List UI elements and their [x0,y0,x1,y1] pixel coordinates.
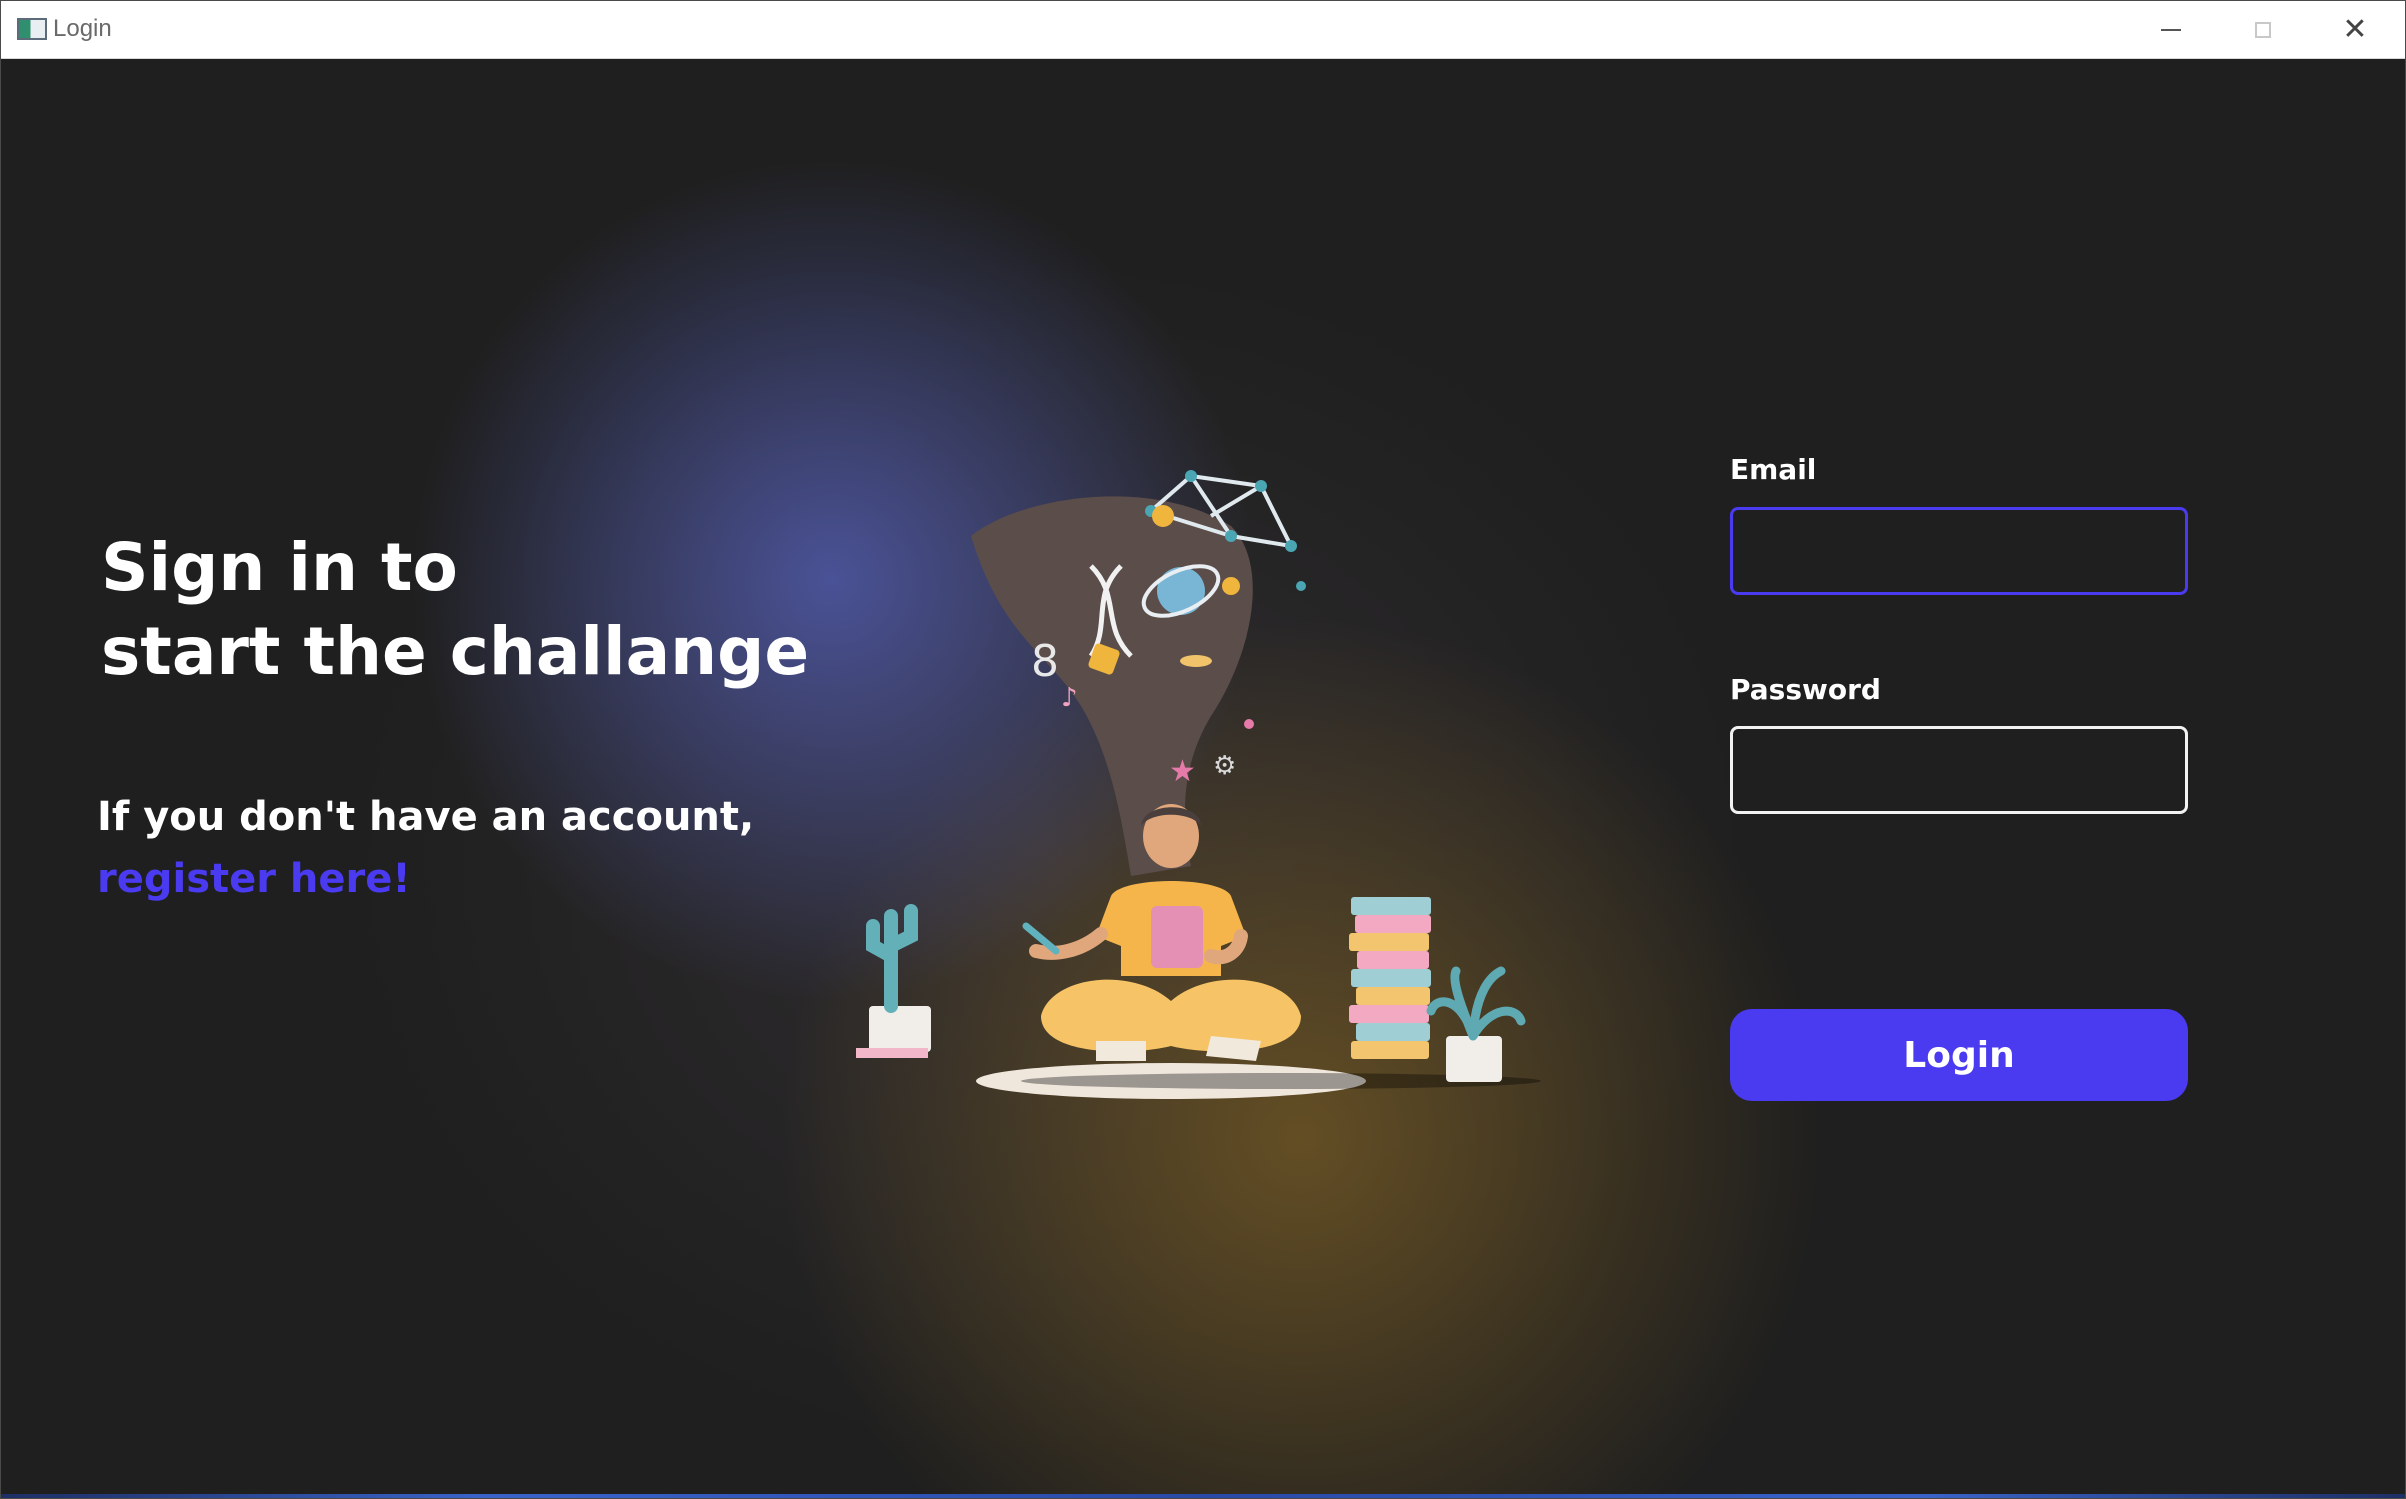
cactus-pot [869,1006,931,1052]
maximize-icon [2255,21,2271,38]
page-title-line-1: Sign in to [101,529,458,606]
maximize-button[interactable] [2217,1,2309,58]
taskbar-strip [1,1494,2405,1498]
password-label: Password [1730,673,1881,706]
plant-pot [1446,1036,1502,1082]
person-reading-illustration: 8 ♪ ★ ⚙ [856,470,1541,1099]
title-bar: Login ✕ [1,1,2405,59]
minimize-icon [2161,28,2181,31]
svg-text:♪: ♪ [1061,683,1078,713]
svg-text:8: 8 [1031,636,1059,687]
flowing-hair [971,496,1253,876]
page-title-line-2: start the challange [101,613,810,690]
planet-icon [1157,567,1205,615]
app-icon [17,18,47,40]
page-title: Sign in to start the challange [101,526,809,694]
register-prompt: If you don't have an account, [97,794,755,840]
email-label: Email [1730,453,1817,486]
close-button[interactable]: ✕ [2309,1,2401,58]
main-content: Sign in to start the challange If you do… [1,59,2405,1498]
book-stack [1349,897,1431,1059]
email-field[interactable] [1730,507,2188,595]
close-icon: ✕ [2342,11,2368,47]
password-field[interactable] [1730,726,2188,814]
register-link[interactable]: register here! [97,848,411,910]
tablet-icon [1151,906,1203,968]
window-title: Login [53,15,112,42]
login-window: Login ✕ Sign in to start the challange I… [0,0,2406,1499]
svg-text:★: ★ [1169,754,1196,789]
minimize-button[interactable] [2125,1,2217,58]
login-button[interactable]: Login [1730,1009,2188,1101]
svg-text:⚙: ⚙ [1213,751,1236,781]
